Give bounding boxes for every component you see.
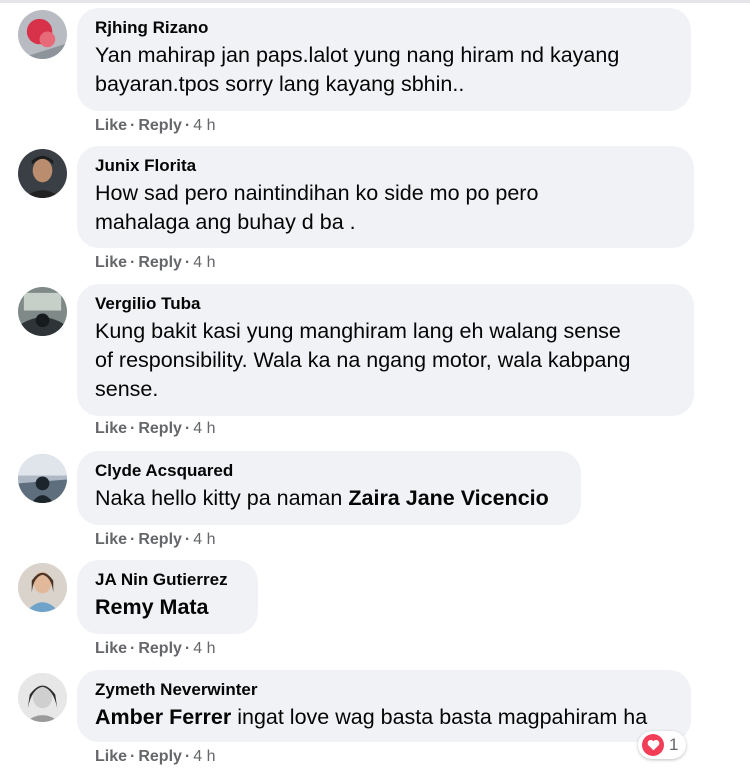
avatar-image <box>18 10 67 59</box>
comment-author[interactable]: Vergilio Tuba <box>95 293 200 315</box>
separator: · <box>184 117 191 134</box>
separator: · <box>130 640 136 657</box>
comment-author[interactable]: Zymeth Neverwinter <box>95 679 258 701</box>
comment-text-body: Naka hello kitty pa naman <box>95 486 349 510</box>
reply-button[interactable]: Reply <box>138 531 182 548</box>
heart-icon <box>642 734 664 756</box>
like-button[interactable]: Like <box>95 531 127 548</box>
avatar[interactable] <box>18 454 67 503</box>
avatar[interactable] <box>18 10 67 59</box>
reply-button[interactable]: Reply <box>138 254 182 271</box>
separator: · <box>184 640 191 657</box>
like-button[interactable]: Like <box>95 254 127 271</box>
reaction-summary[interactable]: 1 <box>638 731 687 759</box>
comment-bubble: Rjhing Rizano Yan mahirap jan paps.lalot… <box>77 8 691 111</box>
separator: · <box>184 531 191 548</box>
comment-timestamp[interactable]: 4 h <box>193 420 215 437</box>
comment-text: Kung bakit kasi yung manghiram lang eh w… <box>95 319 631 401</box>
reply-button[interactable]: Reply <box>138 640 182 657</box>
avatar-image <box>18 673 67 722</box>
avatar-image <box>18 149 67 198</box>
avatar[interactable] <box>18 149 67 198</box>
comment-actions: Like · Reply · 4 h <box>95 116 216 136</box>
comment-bubble: Clyde Acsquared Naka hello kitty pa nama… <box>77 451 581 525</box>
comment-text: Yan mahirap jan paps.lalot yung nang hir… <box>95 43 620 96</box>
separator: · <box>130 117 136 134</box>
mention-link[interactable]: Remy Mata <box>95 595 209 619</box>
avatar-image <box>18 287 67 336</box>
comment-author[interactable]: JA Nin Gutierrez <box>95 569 228 591</box>
comment-text: Amber Ferrer ingat love wag basta basta … <box>95 703 673 732</box>
like-button[interactable]: Like <box>95 420 127 437</box>
like-button[interactable]: Like <box>95 640 127 657</box>
comment-bubble: Vergilio Tuba Kung bakit kasi yung mangh… <box>77 284 694 416</box>
comment-bubble: JA Nin Gutierrez Remy Mata <box>77 560 258 634</box>
avatar[interactable] <box>18 563 67 612</box>
reaction-count: 1 <box>669 735 679 754</box>
like-button[interactable]: Like <box>95 748 127 765</box>
comment-text: How sad pero naintindihan ko side mo po … <box>95 181 539 234</box>
separator: · <box>130 420 136 437</box>
comment-bubble: Zymeth Neverwinter Amber Ferrer ingat lo… <box>77 670 691 742</box>
comment-actions: Like · Reply · 4 h <box>95 419 216 439</box>
reply-button[interactable]: Reply <box>138 420 182 437</box>
mention-link[interactable]: Zaira Jane Vicencio <box>348 486 548 510</box>
separator: · <box>130 531 136 548</box>
comment-actions: Like · Reply · 4 h <box>95 530 216 550</box>
like-button[interactable]: Like <box>95 117 127 134</box>
comment-actions: Like · Reply · 4 h <box>95 253 216 273</box>
reply-button[interactable]: Reply <box>138 748 182 765</box>
separator: · <box>130 254 136 271</box>
comment-text: Remy Mata <box>95 593 240 622</box>
separator: · <box>184 254 191 271</box>
separator: · <box>184 420 191 437</box>
comment-author[interactable]: Clyde Acsquared <box>95 460 233 482</box>
avatar-image <box>18 563 67 612</box>
avatar-image <box>18 454 67 503</box>
comment-timestamp[interactable]: 4 h <box>193 254 215 271</box>
comment-actions: Like · Reply · 4 h <box>95 639 216 659</box>
comment-bubble: Junix Florita How sad pero naintindihan … <box>77 146 694 248</box>
comment-timestamp[interactable]: 4 h <box>193 117 215 134</box>
separator: · <box>130 748 136 765</box>
avatar[interactable] <box>18 287 67 336</box>
comment-timestamp[interactable]: 4 h <box>193 640 215 657</box>
top-divider <box>0 0 750 3</box>
comment-timestamp[interactable]: 4 h <box>193 748 215 765</box>
comment-author[interactable]: Rjhing Rizano <box>95 17 208 39</box>
comment-timestamp[interactable]: 4 h <box>193 531 215 548</box>
comment-text: Naka hello kitty pa naman Zaira Jane Vic… <box>95 484 563 513</box>
comment-actions: Like · Reply · 4 h <box>95 747 216 767</box>
comment-text-body: ingat love wag basta basta magpahiram ha <box>231 705 648 729</box>
separator: · <box>184 748 191 765</box>
mention-link[interactable]: Amber Ferrer <box>95 705 231 729</box>
comment-author[interactable]: Junix Florita <box>95 155 196 177</box>
avatar[interactable] <box>18 673 67 722</box>
reply-button[interactable]: Reply <box>138 117 182 134</box>
